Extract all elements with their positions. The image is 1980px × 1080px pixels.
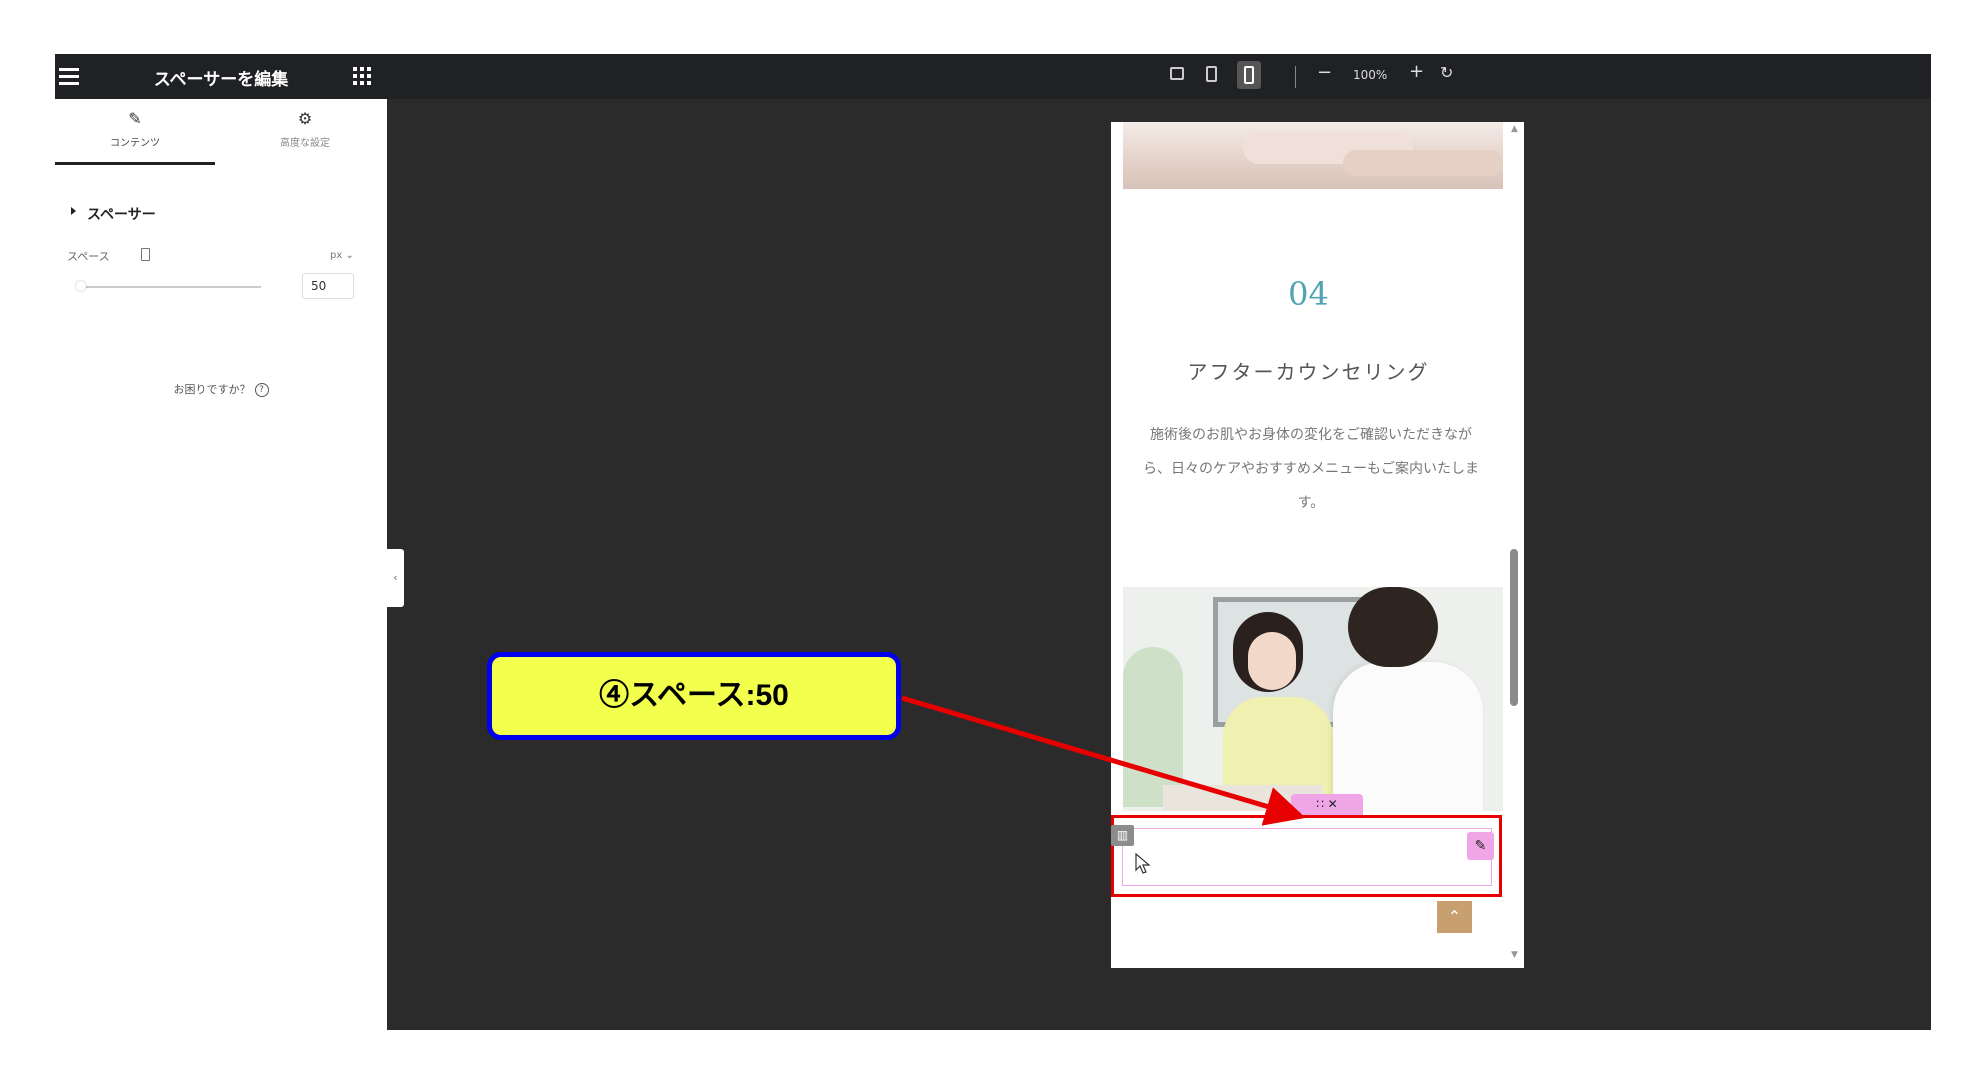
- panel-header: スペーサーを編集: [55, 54, 387, 99]
- tab-content[interactable]: ✎ コンテンツ: [55, 102, 215, 165]
- responsive-mobile-icon[interactable]: [141, 248, 150, 261]
- scroll-up-icon[interactable]: ▲: [1511, 124, 1518, 134]
- gear-icon: ⚙: [297, 109, 313, 128]
- counseling-photo: [1123, 587, 1503, 811]
- zoom-level: 100%: [1353, 68, 1388, 82]
- section-title[interactable]: スペーサー: [87, 204, 156, 224]
- widgets-grid-icon[interactable]: [353, 67, 371, 85]
- space-value-input[interactable]: 50: [302, 273, 354, 299]
- panel-title: スペーサーを編集: [153, 70, 289, 90]
- edit-pencil-icon[interactable]: ✎: [1467, 832, 1494, 860]
- help-link[interactable]: お困りですか？?: [55, 381, 387, 397]
- scroll-down-icon[interactable]: ▼: [1511, 950, 1518, 960]
- step-description: 施術後のお肌やお身体の変化をご確認いただきながら、日々のケアやおすすめメニューも…: [1143, 427, 1479, 511]
- space-slider[interactable]: [81, 286, 261, 288]
- unit-select[interactable]: px ⌄: [330, 250, 354, 261]
- tablet-view-icon[interactable]: [1206, 66, 1217, 82]
- help-text: お困りですか？: [173, 383, 251, 396]
- collapse-panel-button[interactable]: ‹: [387, 549, 404, 607]
- top-toolbar: − 100% + ↻: [387, 54, 1931, 99]
- mouse-cursor-icon: [1135, 853, 1151, 874]
- spacer-widget[interactable]: [1111, 815, 1502, 897]
- spacer-area[interactable]: [1122, 828, 1492, 886]
- preview-scrollbar[interactable]: [1510, 549, 1518, 706]
- editor-panel: スペーサーを編集 ✎ コンテンツ ⚙ 高度な設定 スペーサー スペース px ⌄…: [55, 54, 387, 1030]
- mobile-view-icon: [1244, 66, 1254, 84]
- step-number: 04: [1288, 275, 1329, 313]
- tab-advanced[interactable]: ⚙ 高度な設定: [225, 102, 385, 162]
- zoom-reset-icon[interactable]: ↻: [1440, 63, 1453, 82]
- slider-handle[interactable]: [76, 281, 86, 291]
- treatment-photo: [1123, 122, 1503, 189]
- tab-advanced-label: 高度な設定: [280, 138, 330, 149]
- section-caret-icon[interactable]: [71, 207, 76, 215]
- column-icon[interactable]: ▥: [1111, 825, 1134, 846]
- mobile-view-button[interactable]: [1237, 61, 1261, 89]
- toolbar-divider: [1295, 66, 1296, 88]
- tab-content-label: コンテンツ: [110, 138, 160, 149]
- back-to-top-button[interactable]: ⌃: [1437, 901, 1472, 933]
- pencil-icon: ✎: [128, 109, 142, 128]
- help-icon: ?: [254, 383, 269, 397]
- step-title: アフターカウンセリング: [1187, 360, 1430, 384]
- annotation-callout: ④スペース:50: [487, 652, 901, 740]
- zoom-in-button[interactable]: +: [1409, 61, 1424, 82]
- widget-handle[interactable]: ∷ ✕: [1291, 794, 1363, 815]
- space-label: スペース: [67, 250, 110, 263]
- desktop-view-icon[interactable]: [1170, 67, 1184, 80]
- zoom-out-button[interactable]: −: [1317, 62, 1332, 83]
